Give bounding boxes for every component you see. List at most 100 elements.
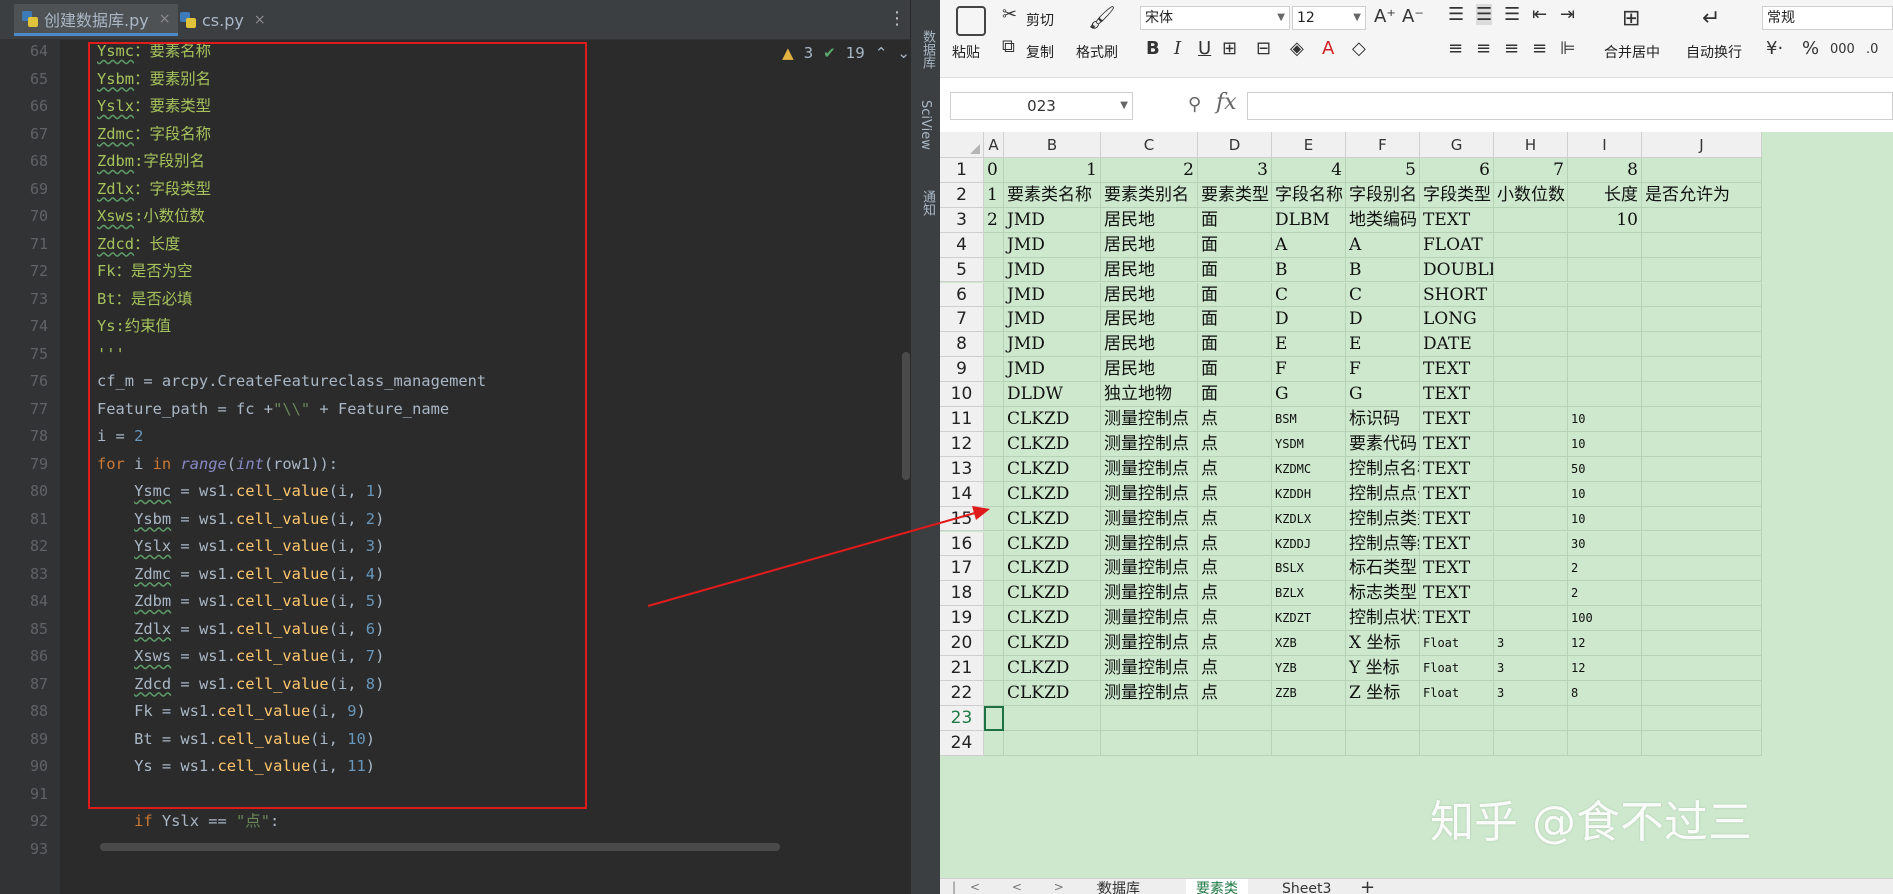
cell[interactable] xyxy=(1494,606,1568,632)
cell[interactable] xyxy=(1568,307,1642,333)
cell[interactable] xyxy=(1494,307,1568,333)
sheet-tab-feature-class[interactable]: 要素类 xyxy=(1186,879,1248,894)
thousands-icon[interactable]: 000 xyxy=(1830,42,1855,57)
cell[interactable] xyxy=(984,556,1004,582)
currency-icon[interactable]: ¥· xyxy=(1766,38,1783,59)
cell-grid[interactable]: A B C D E F G H I J 1 0 1 2 3 4 5 6 7 8 2 1 要素类名称 要素类别名 要素类型 字段名称… xyxy=(940,132,1893,878)
cell[interactable]: BZLX xyxy=(1272,581,1346,607)
cell[interactable] xyxy=(1568,382,1642,407)
cell[interactable] xyxy=(1642,431,1762,457)
column-header[interactable]: B xyxy=(1004,132,1101,158)
cell[interactable]: 点 xyxy=(1198,506,1272,532)
cell[interactable]: 居民地 xyxy=(1101,332,1198,358)
cell[interactable]: 点 xyxy=(1198,407,1272,432)
sheet-tab-sheet3[interactable]: Sheet3 xyxy=(1272,879,1341,894)
cell[interactable]: CLKZD xyxy=(1004,656,1101,681)
cell[interactable]: TEXT xyxy=(1420,407,1494,432)
row-header[interactable]: 9 xyxy=(940,357,984,383)
cell[interactable]: TEXT xyxy=(1420,382,1494,407)
cell[interactable]: Float xyxy=(1420,631,1494,656)
cell[interactable]: 测量控制点 xyxy=(1101,407,1198,432)
justify-icon[interactable]: ≡ xyxy=(1532,38,1547,59)
chevron-down-icon[interactable]: ⌄ xyxy=(897,44,910,62)
cell[interactable]: CLKZD xyxy=(1004,407,1101,432)
cell[interactable]: 12 xyxy=(1568,656,1642,681)
row-header[interactable]: 10 xyxy=(940,382,984,407)
cell[interactable]: CLKZD xyxy=(1004,506,1101,532)
cell[interactable] xyxy=(1642,307,1762,333)
row-header[interactable]: 17 xyxy=(940,556,984,582)
cell[interactable]: 5 xyxy=(1346,158,1420,183)
cell[interactable]: KZDDJ xyxy=(1272,531,1346,557)
cell[interactable]: 长度 xyxy=(1568,182,1642,208)
cell[interactable] xyxy=(1420,730,1494,756)
vertical-scrollbar[interactable] xyxy=(902,352,910,480)
cell[interactable]: 是否允许为 xyxy=(1642,182,1762,208)
italic-icon[interactable]: I xyxy=(1174,38,1181,59)
fx-icon[interactable]: fx xyxy=(1216,90,1237,115)
cell[interactable]: TEXT xyxy=(1420,556,1494,582)
cell[interactable]: 点 xyxy=(1198,531,1272,557)
cell[interactable]: D xyxy=(1346,307,1420,333)
align-center-icon[interactable]: ≡ xyxy=(1476,38,1491,59)
cell[interactable]: JMD xyxy=(1004,307,1101,333)
cell[interactable] xyxy=(1494,456,1568,482)
cell[interactable]: 独立地物 xyxy=(1101,382,1198,407)
cell[interactable]: 要素类别名 xyxy=(1101,182,1198,208)
cell[interactable]: F xyxy=(1346,357,1420,383)
cell[interactable]: 标识码 xyxy=(1346,407,1420,432)
cell[interactable]: 控制点状态 xyxy=(1346,606,1420,632)
cell[interactable]: 10 xyxy=(1568,506,1642,532)
cell[interactable]: KZDLX xyxy=(1272,506,1346,532)
cell[interactable]: G xyxy=(1346,382,1420,407)
cell[interactable] xyxy=(984,581,1004,607)
cell[interactable]: 测量控制点 xyxy=(1101,531,1198,557)
cell[interactable]: 面 xyxy=(1198,257,1272,283)
fill-color-icon[interactable]: ◈ xyxy=(1290,38,1304,59)
cell[interactable]: 测量控制点 xyxy=(1101,606,1198,632)
cell[interactable]: TEXT xyxy=(1420,581,1494,607)
cell[interactable]: 字段类型 xyxy=(1420,182,1494,208)
cell[interactable] xyxy=(984,431,1004,457)
cell[interactable]: 面 xyxy=(1198,282,1272,308)
cell[interactable]: Y 坐标 xyxy=(1346,656,1420,681)
cell[interactable] xyxy=(1642,606,1762,632)
format-painter-icon[interactable]: 🖌 xyxy=(1088,6,1116,31)
row-header[interactable]: 21 xyxy=(940,656,984,681)
cell[interactable]: 点 xyxy=(1198,656,1272,681)
cell[interactable] xyxy=(1568,257,1642,283)
cell[interactable]: 居民地 xyxy=(1101,257,1198,283)
cell[interactable]: CLKZD xyxy=(1004,431,1101,457)
close-icon[interactable]: × xyxy=(254,12,266,28)
cell[interactable]: 3 xyxy=(1494,656,1568,681)
cell[interactable]: 面 xyxy=(1198,207,1272,233)
cell[interactable]: 要素类型 xyxy=(1198,182,1272,208)
row-header[interactable]: 6 xyxy=(940,282,984,308)
cell[interactable] xyxy=(1642,158,1762,183)
strip-item-database[interactable]: 数据库 xyxy=(918,30,937,69)
cell[interactable]: 面 xyxy=(1198,232,1272,258)
cell[interactable] xyxy=(1346,730,1420,756)
cell[interactable] xyxy=(1494,556,1568,582)
cell[interactable]: CLKZD xyxy=(1004,556,1101,582)
cell[interactable]: KZDMC xyxy=(1272,456,1346,482)
cell[interactable]: 点 xyxy=(1198,581,1272,607)
row-header[interactable]: 14 xyxy=(940,481,984,507)
row-header[interactable]: 2 xyxy=(940,182,984,208)
cell[interactable] xyxy=(1642,656,1762,681)
column-header[interactable]: I xyxy=(1568,132,1642,158)
row-header[interactable]: 23 xyxy=(940,705,984,731)
cell[interactable]: JMD xyxy=(1004,332,1101,358)
cell[interactable]: 10 xyxy=(1568,407,1642,432)
cell[interactable]: YSDM xyxy=(1272,431,1346,457)
cell[interactable]: 面 xyxy=(1198,382,1272,407)
cell[interactable]: TEXT xyxy=(1420,207,1494,233)
cell[interactable]: BSM xyxy=(1272,407,1346,432)
cell[interactable]: C xyxy=(1346,282,1420,308)
cell[interactable]: 面 xyxy=(1198,307,1272,333)
bold-icon[interactable]: B xyxy=(1146,38,1160,59)
cell[interactable]: 6 xyxy=(1420,158,1494,183)
align-left-icon[interactable]: ≡ xyxy=(1448,38,1463,59)
cell[interactable]: 点 xyxy=(1198,680,1272,706)
cell[interactable] xyxy=(1494,332,1568,358)
